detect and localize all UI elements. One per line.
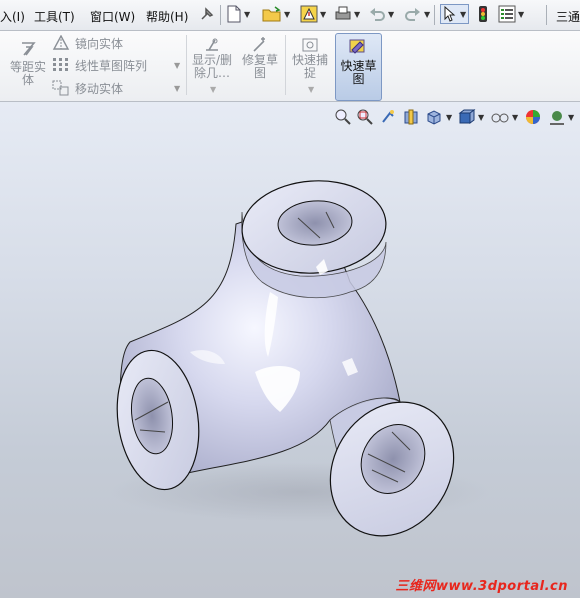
mirror-entities-label: 镜向实体: [75, 36, 124, 51]
redo-icon[interactable]: ▼: [404, 4, 430, 24]
display-delete-relations-button[interactable]: 显示/删除几… ▼: [190, 35, 234, 97]
offset-entities-icon: [22, 42, 36, 56]
watermark: 三维网www.3dportal.cn: [396, 575, 569, 594]
move-entities-button[interactable]: 移动实体 ▼: [52, 79, 182, 97]
document-title: 三通: [556, 10, 580, 24]
repair-sketch-icon: [253, 37, 265, 52]
traffic-light-icon[interactable]: [478, 4, 488, 24]
offset-entities-label: 等距实体: [9, 60, 46, 87]
relations-icon: [206, 38, 218, 51]
mirror-entities-button[interactable]: 镜向实体: [52, 34, 182, 52]
repair-sketch-button[interactable]: 修复草图: [238, 35, 282, 97]
menu-tools[interactable]: 工具(T): [34, 8, 75, 25]
options-list-icon[interactable]: ▼: [498, 4, 524, 24]
quick-sketch-button[interactable]: 快速草图: [335, 33, 382, 101]
new-document-icon[interactable]: ▼: [226, 4, 250, 24]
watermark-brand: 三维网: [395, 579, 437, 594]
undo-icon[interactable]: ▼: [368, 4, 394, 24]
print-icon[interactable]: ▼: [334, 4, 360, 24]
move-entities-icon: [52, 80, 69, 96]
pin-icon[interactable]: [198, 4, 216, 24]
quick-snaps-icon: [302, 38, 318, 52]
mirror-icon: [52, 35, 70, 50]
move-entities-label: 移动实体: [75, 81, 124, 96]
menu-bar: 入(I) 工具(T) 窗口(W) 帮助(H) ▼ ▼ ▼ ▼ ▼ ▼ ▼ ▼ 三…: [0, 0, 580, 31]
linear-pattern-button[interactable]: 线性草图阵列 ▼: [52, 56, 182, 74]
quick-snaps-label: 快速捕捉: [291, 53, 328, 80]
watermark-url: www.3dportal.cn: [436, 579, 568, 594]
menu-help[interactable]: 帮助(H): [146, 8, 188, 25]
sketch-ribbon: 等距实体 镜向实体 线性草图阵列 ▼ 移动实体 ▼ 显示/删除几… ▼ 修复草图…: [0, 31, 580, 102]
quick-snaps-button[interactable]: 快速捕捉 ▼: [288, 35, 332, 97]
display-delete-label: 显示/删除几…: [191, 53, 233, 80]
menu-insert[interactable]: 入(I): [0, 8, 25, 25]
select-cursor-icon[interactable]: ▼: [440, 4, 470, 24]
linear-pattern-icon: [53, 58, 68, 71]
tee-junction-model[interactable]: [0, 102, 580, 598]
open-folder-icon[interactable]: ▼: [262, 4, 290, 24]
quick-sketch-label: 快速草图: [340, 59, 377, 86]
repair-sketch-label: 修复草图: [241, 53, 278, 80]
menu-window[interactable]: 窗口(W): [90, 8, 135, 25]
quick-sketch-icon: [349, 39, 365, 54]
offset-entities-button[interactable]: 等距实体: [6, 37, 50, 95]
linear-pattern-label: 线性草图阵列: [75, 58, 148, 73]
warning-icon[interactable]: ▼: [300, 4, 326, 24]
graphics-viewport[interactable]: ▼ ▼ ▼ ▼ 三维网www.3dportal.cn: [0, 102, 580, 598]
